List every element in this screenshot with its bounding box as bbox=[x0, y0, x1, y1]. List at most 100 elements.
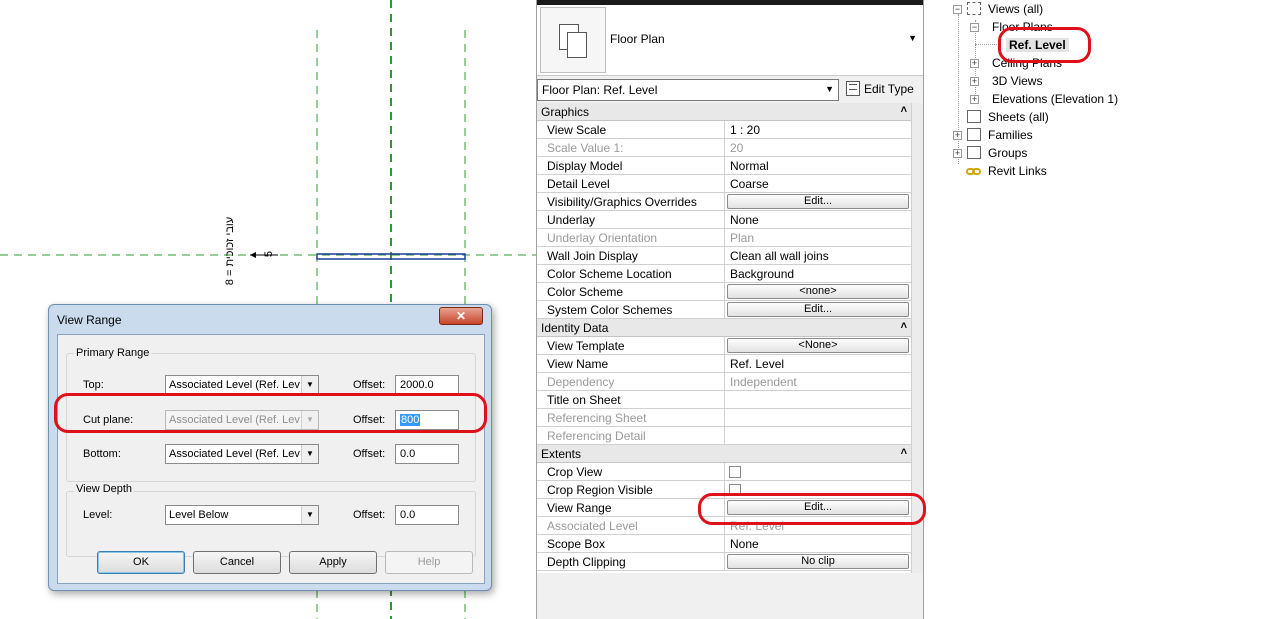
top-offset-input[interactable]: 2000.0 bbox=[395, 375, 459, 395]
property-name: Display Model bbox=[547, 159, 623, 173]
ok-button[interactable]: OK bbox=[97, 551, 185, 574]
properties-palette: Floor Plan ▼ Floor Plan: Ref. Level ▼ Ed… bbox=[536, 0, 924, 619]
close-button[interactable]: ✕ bbox=[439, 307, 483, 325]
view-depth-title: View Depth bbox=[74, 483, 135, 495]
collapse-section-icon[interactable]: ˄ bbox=[901, 446, 907, 458]
tree-item-views[interactable]: Views (all) bbox=[988, 2, 1043, 16]
property-name: Underlay Orientation bbox=[547, 231, 658, 245]
top-offset-label: Offset: bbox=[353, 379, 386, 391]
property-name: Detail Level bbox=[547, 177, 610, 191]
expand-3d-views-toggle[interactable]: + bbox=[970, 77, 979, 86]
property-value[interactable] bbox=[724, 391, 911, 409]
property-section-header[interactable]: Extents ˄ bbox=[537, 445, 911, 463]
property-edit-button[interactable]: <none> bbox=[727, 284, 909, 299]
property-name: View Name bbox=[547, 357, 609, 371]
cut-plane-offset-label: Offset: bbox=[353, 414, 386, 426]
view-range-dialog: View Range ✕ Primary Range Top: Associat… bbox=[48, 304, 492, 591]
property-value-cell: Edit... bbox=[724, 193, 911, 211]
property-name: Wall Join Display bbox=[547, 249, 638, 263]
property-value[interactable]: None bbox=[724, 535, 911, 553]
property-row: View Range Edit... bbox=[537, 499, 911, 517]
tree-item-groups[interactable]: Groups bbox=[988, 146, 1027, 160]
property-value[interactable]: Coarse bbox=[724, 175, 911, 193]
property-value[interactable]: None bbox=[724, 211, 911, 229]
tree-item-ref-level[interactable]: Ref. Level bbox=[1006, 38, 1069, 52]
expand-families-toggle[interactable]: + bbox=[953, 131, 962, 140]
property-row: Scale Value 1: 20 bbox=[537, 139, 911, 157]
property-value[interactable]: Background bbox=[724, 265, 911, 283]
property-value-cell: Edit... bbox=[724, 499, 911, 517]
property-value[interactable]: Clean all wall joins bbox=[724, 247, 911, 265]
property-name: Crop View bbox=[547, 465, 603, 479]
property-row: Title on Sheet bbox=[537, 391, 911, 409]
help-button: Help bbox=[385, 551, 473, 574]
property-row: View Scale 1 : 20 bbox=[537, 121, 911, 139]
expand-elevations-toggle[interactable]: + bbox=[970, 95, 979, 104]
views-icon bbox=[967, 2, 981, 15]
property-name: Color Scheme bbox=[547, 285, 624, 299]
apply-button[interactable]: Apply bbox=[289, 551, 377, 574]
property-checkbox[interactable] bbox=[729, 484, 741, 496]
property-edit-button[interactable]: <None> bbox=[727, 338, 909, 353]
bottom-level-value: Associated Level (Ref. Lev bbox=[169, 448, 300, 460]
property-row: Dependency Independent bbox=[537, 373, 911, 391]
property-row: Wall Join Display Clean all wall joins bbox=[537, 247, 911, 265]
cut-plane-offset-value: 800 bbox=[400, 414, 421, 426]
tree-item-floor-plans[interactable]: Floor Plans bbox=[992, 20, 1053, 34]
property-name: Scale Value 1: bbox=[547, 141, 624, 155]
property-section-header[interactable]: Identity Data ˄ bbox=[537, 319, 911, 337]
expand-groups-toggle[interactable]: + bbox=[953, 149, 962, 158]
property-value[interactable]: 1 : 20 bbox=[724, 121, 911, 139]
collapse-views-toggle[interactable]: − bbox=[953, 5, 962, 14]
collapse-section-icon[interactable]: ˄ bbox=[901, 320, 907, 332]
property-name: Visibility/Graphics Overrides bbox=[547, 195, 697, 209]
top-level-select[interactable]: Associated Level (Ref. Lev ▼ bbox=[165, 375, 319, 395]
property-edit-button[interactable]: Edit... bbox=[727, 500, 909, 515]
property-section-header[interactable]: Graphics ˄ bbox=[537, 103, 911, 121]
property-name: Depth Clipping bbox=[547, 555, 626, 569]
chevron-down-icon[interactable]: ▼ bbox=[908, 33, 917, 43]
property-row: Scope Box None bbox=[537, 535, 911, 553]
edit-type-button[interactable]: Edit Type bbox=[844, 79, 922, 101]
collapse-section-icon[interactable]: ˄ bbox=[901, 104, 907, 116]
depth-offset-input[interactable]: 0.0 bbox=[395, 505, 459, 525]
section-label: Graphics bbox=[541, 105, 590, 119]
instance-filter-select[interactable]: Floor Plan: Ref. Level ▼ bbox=[537, 79, 839, 101]
bottom-offset-label: Offset: bbox=[353, 448, 386, 460]
cancel-button[interactable]: Cancel bbox=[193, 551, 281, 574]
property-row: Color Scheme <none> bbox=[537, 283, 911, 301]
tree-item-revit-links[interactable]: Revit Links bbox=[988, 164, 1047, 178]
tree-item-sheets[interactable]: Sheets (all) bbox=[988, 110, 1049, 124]
bottom-offset-input[interactable]: 0.0 bbox=[395, 444, 459, 464]
type-name: Floor Plan bbox=[610, 32, 665, 46]
tree-item-elevations[interactable]: Elevations (Elevation 1) bbox=[992, 92, 1118, 106]
property-value[interactable]: Ref. Level bbox=[724, 355, 911, 373]
floor-plan-icon bbox=[540, 7, 606, 73]
tree-item-3d-views[interactable]: 3D Views bbox=[992, 74, 1042, 88]
top-level-value: Associated Level (Ref. Lev bbox=[169, 379, 300, 391]
collapse-floor-plans-toggle[interactable]: − bbox=[970, 23, 979, 32]
property-edit-button[interactable]: Edit... bbox=[727, 194, 909, 209]
chevron-down-icon: ▼ bbox=[301, 411, 318, 429]
type-selector[interactable]: Floor Plan ▼ bbox=[537, 5, 923, 76]
expand-ceiling-plans-toggle[interactable]: + bbox=[970, 59, 979, 68]
bottom-level-select[interactable]: Associated Level (Ref. Lev ▼ bbox=[165, 444, 319, 464]
property-value bbox=[724, 427, 911, 445]
top-label: Top: bbox=[83, 379, 104, 391]
property-checkbox[interactable] bbox=[729, 466, 741, 478]
property-edit-button[interactable]: No clip bbox=[727, 554, 909, 569]
dialog-body: Primary Range Top: Associated Level (Ref… bbox=[57, 334, 485, 584]
tree-item-ceiling-plans[interactable]: Ceiling Plans bbox=[992, 56, 1062, 70]
property-value[interactable]: Normal bbox=[724, 157, 911, 175]
cut-plane-offset-input[interactable]: 800 bbox=[395, 410, 459, 430]
depth-offset-label: Offset: bbox=[353, 509, 386, 521]
property-name: Crop Region Visible bbox=[547, 483, 653, 497]
properties-scrollbar[interactable] bbox=[911, 103, 923, 573]
properties-grid: Graphics ˄ View Scale 1 : 20 Scale Value 1: 2… bbox=[537, 103, 911, 573]
depth-level-select[interactable]: Level Below ▼ bbox=[165, 505, 319, 525]
property-edit-button[interactable]: Edit... bbox=[727, 302, 909, 317]
tree-item-families[interactable]: Families bbox=[988, 128, 1033, 142]
groups-icon bbox=[967, 146, 981, 159]
property-row: View Template <None> bbox=[537, 337, 911, 355]
edit-type-label: Edit Type bbox=[864, 82, 914, 96]
